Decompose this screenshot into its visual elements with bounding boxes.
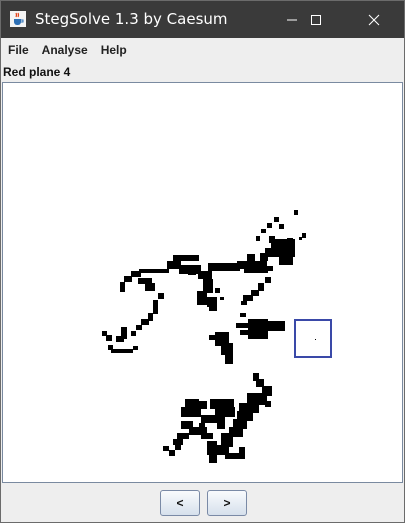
image-panel[interactable] — [2, 82, 403, 483]
menu-bar: File Analyse Help — [1, 38, 404, 62]
window-title: StegSolve 1.3 by Caesum — [35, 10, 228, 28]
java-cup-icon — [10, 11, 26, 27]
bit-plane-image — [102, 210, 332, 463]
close-button[interactable] — [351, 1, 397, 38]
close-icon — [368, 14, 380, 25]
prev-plane-button[interactable]: < — [160, 490, 200, 516]
menu-analyse[interactable]: Analyse — [41, 43, 89, 57]
next-plane-button[interactable]: > — [207, 490, 247, 516]
navigation-bar: < > — [1, 484, 404, 522]
stegsolve-window: StegSolve 1.3 by Caesum File Analyse Hel… — [0, 0, 405, 523]
maximize-icon — [311, 14, 321, 25]
maximize-button[interactable] — [293, 1, 339, 38]
menu-help[interactable]: Help — [100, 43, 128, 57]
selection-box[interactable] — [294, 319, 332, 358]
title-bar[interactable]: StegSolve 1.3 by Caesum — [1, 1, 404, 38]
plane-label: Red plane 4 — [3, 65, 71, 79]
menu-file[interactable]: File — [7, 43, 30, 57]
